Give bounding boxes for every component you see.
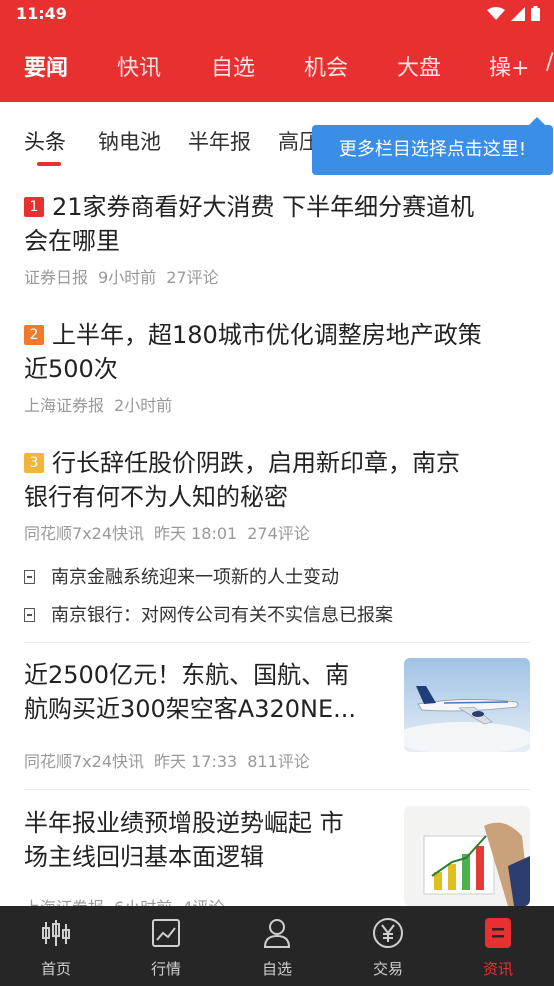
rank-badge: 3	[24, 453, 44, 473]
bottom-tab-label: 行情	[150, 960, 181, 978]
related-news-text: 南京银行：对网传公司有关不实信息已报案	[51, 605, 393, 626]
chart-drawing-thumbnail[interactable]	[404, 806, 530, 906]
news-time: 2小时前	[114, 396, 173, 415]
news-time: 9小时前	[98, 268, 157, 287]
subtab-half-year-report[interactable]: 半年报	[188, 126, 251, 156]
news-time: 昨天 18:01	[154, 524, 238, 543]
line-chart-icon	[152, 919, 180, 947]
subtab-headlines[interactable]: 头条	[24, 126, 66, 156]
subtab-sodium-battery[interactable]: 钠电池	[98, 126, 161, 156]
bottom-tab-label: 交易	[372, 960, 403, 978]
news-comments: 27评论	[166, 268, 219, 287]
battery-icon	[531, 6, 540, 21]
status-icons	[487, 6, 540, 21]
news-item-3[interactable]: 3 行长辞任股价阴跌，启用新印章，南京 银行有何不为人知的秘密 同花顺7x24快讯…	[24, 446, 534, 544]
news-title: 近2500亿元！东航、国航、南 航购买近300架空客A320NE...	[24, 658, 394, 726]
news-item-4[interactable]: 近2500亿元！东航、国航、南 航购买近300架空客A320NE...	[24, 658, 394, 726]
title-line: 航购买近300架空客A320NE...	[24, 695, 357, 723]
title-line: 银行有何不为人知的秘密	[24, 483, 288, 511]
person-icon	[263, 919, 291, 948]
wifi-icon	[487, 6, 505, 20]
news-title: 半年报业绩预增股逆势崛起 市 场主线回归基本面逻辑	[24, 806, 394, 874]
related-news-2[interactable]: 南京银行：对网传公司有关不实信息已报案	[24, 601, 393, 627]
news-title: 3 行长辞任股价阴跌，启用新印章，南京 银行有何不为人知的秘密	[24, 446, 534, 514]
bottom-tab-label: 资讯	[482, 960, 513, 978]
rank-badge: 2	[24, 325, 44, 345]
column-tip-tooltip[interactable]: 更多栏目选择点击这里!	[312, 117, 553, 175]
bottom-tab-quotes[interactable]: 行情	[126, 916, 206, 979]
news-meta: 同花顺7x24快讯 昨天 18:01 274评论	[24, 520, 534, 544]
title-line: 近2500亿元！东航、国航、南	[24, 661, 350, 689]
candlestick-icon	[42, 920, 70, 946]
top-nav: 要闻 快讯 自选 机会 大盘 操+ /	[0, 28, 554, 102]
tab-news[interactable]: 要闻	[24, 50, 68, 82]
rank-badge: 1	[24, 197, 44, 217]
news-item-5[interactable]: 半年报业绩预增股逆势崛起 市 场主线回归基本面逻辑	[24, 806, 394, 874]
bottom-tab-watchlist[interactable]: 自选	[237, 916, 317, 979]
news-source: 证券日报	[24, 268, 89, 287]
tooltip-text: 更多栏目选择点击这里!	[338, 139, 527, 160]
title-line: 行长辞任股价阴跌，启用新印章，南京	[52, 449, 460, 477]
title-line: 近500次	[24, 355, 118, 383]
news-source: 上海证券报	[24, 396, 105, 415]
bottom-tab-label: 首页	[40, 960, 71, 978]
bottom-tab-bar: 首页 行情 自选 交易 资讯	[0, 906, 554, 986]
title-line: 半年报业绩预增股逆势崛起 市	[24, 809, 344, 837]
news-time: 昨天 17:33	[154, 752, 238, 771]
bottom-tab-trade[interactable]: 交易	[348, 916, 428, 979]
news-item-2[interactable]: 2 上半年，超180城市优化调整房地产政策 近500次 上海证券报 2小时前	[24, 318, 534, 416]
signal-icon	[511, 6, 525, 21]
document-icon	[24, 608, 35, 622]
tab-flash[interactable]: 快讯	[117, 50, 161, 82]
news-title: 1 21家券商看好大消费 下半年细分赛道机 会在哪里	[24, 190, 534, 258]
status-bar: 11:49	[0, 0, 554, 28]
tab-more[interactable]: /	[546, 50, 553, 75]
status-time: 11:49	[16, 4, 67, 23]
bottom-tab-home[interactable]: 首页	[16, 916, 96, 979]
yen-icon	[373, 918, 403, 948]
related-news-text: 南京金融系统迎来一项新的人士变动	[51, 567, 339, 588]
news-title: 2 上半年，超180城市优化调整房地产政策 近500次	[24, 318, 534, 386]
document-icon	[24, 570, 35, 584]
news-icon	[485, 918, 511, 948]
news-comments: 811评论	[247, 752, 310, 771]
tab-opportunity[interactable]: 机会	[304, 50, 348, 82]
tab-market[interactable]: 大盘	[397, 50, 441, 82]
news-source: 同花顺7x24快讯	[24, 524, 145, 543]
airplane-thumbnail[interactable]	[404, 658, 530, 752]
news-comments: 274评论	[247, 524, 310, 543]
title-line: 会在哪里	[24, 227, 120, 255]
divider	[24, 789, 530, 790]
news-source: 同花顺7x24快讯	[24, 752, 145, 771]
title-line: 场主线回归基本面逻辑	[24, 843, 264, 871]
bottom-tab-news[interactable]: 资讯	[458, 916, 538, 979]
tab-operation[interactable]: 操+	[489, 50, 529, 82]
title-line: 21家券商看好大消费 下半年细分赛道机	[52, 193, 475, 221]
bottom-tab-label: 自选	[261, 960, 292, 978]
news-meta: 证券日报 9小时前 27评论	[24, 264, 534, 288]
news-item-1[interactable]: 1 21家券商看好大消费 下半年细分赛道机 会在哪里 证券日报 9小时前 27评论	[24, 190, 534, 288]
related-news-1[interactable]: 南京金融系统迎来一项新的人士变动	[24, 563, 339, 589]
tab-watchlist[interactable]: 自选	[211, 50, 255, 82]
divider	[24, 642, 530, 643]
news-meta: 上海证券报 2小时前	[24, 392, 534, 416]
tooltip-arrow	[529, 117, 545, 125]
title-line: 上半年，超180城市优化调整房地产政策	[52, 321, 482, 349]
active-tab-indicator	[37, 162, 61, 166]
news-meta: 同花顺7x24快讯 昨天 17:33 811评论	[24, 748, 320, 772]
